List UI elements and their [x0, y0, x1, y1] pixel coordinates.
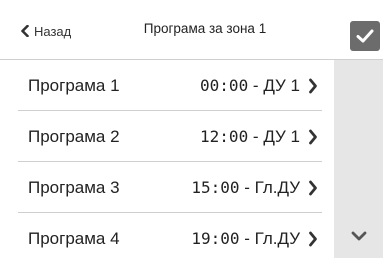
- program-value: 12:00 - ДУ 1: [200, 127, 300, 146]
- program-name: Програма 2: [28, 127, 120, 146]
- program-row-1[interactable]: Програма 1 00:00 - ДУ 1: [18, 60, 322, 111]
- program-name: Програма 1: [28, 76, 120, 95]
- chevron-down-icon: [351, 231, 366, 241]
- program-mode: Гл.ДУ: [254, 178, 300, 197]
- page-title: Програма за зона 1: [143, 21, 267, 36]
- program-time: 00:00: [200, 76, 249, 95]
- check-icon: [356, 29, 374, 43]
- program-row-3[interactable]: Програма 3 15:00 - Гл.ДУ: [18, 162, 322, 213]
- chevron-right-icon: [309, 78, 317, 94]
- program-row-4[interactable]: Програма 4 19:00 - Гл.ДУ: [18, 213, 322, 264]
- program-mode: ДУ 1: [263, 76, 300, 95]
- back-label: Назад: [34, 23, 72, 39]
- program-name: Програма 4: [28, 229, 120, 248]
- chevron-right-icon: [309, 129, 317, 145]
- program-value: 19:00 - Гл.ДУ: [191, 229, 300, 248]
- program-name: Програма 3: [28, 178, 120, 197]
- scroll-down-button[interactable]: [334, 214, 383, 258]
- program-value: 15:00 - Гл.ДУ: [191, 178, 300, 197]
- program-time: 19:00: [191, 229, 240, 248]
- header: Назад Програма за зона 1: [0, 0, 383, 60]
- program-list: Програма 1 00:00 - ДУ 1 Програма 2 12:00…: [0, 60, 334, 264]
- program-mode: Гл.ДУ: [254, 229, 300, 248]
- program-time: 15:00: [191, 178, 240, 197]
- back-button[interactable]: Назад: [20, 21, 71, 41]
- program-time: 12:00: [200, 127, 249, 146]
- chevron-right-icon: [309, 180, 317, 196]
- confirm-button[interactable]: [350, 21, 380, 51]
- chevron-right-icon: [309, 231, 317, 247]
- program-mode: ДУ 1: [263, 127, 300, 146]
- chevron-left-icon: [21, 25, 29, 37]
- program-row-2[interactable]: Програма 2 12:00 - ДУ 1: [18, 111, 322, 162]
- program-value: 00:00 - ДУ 1: [200, 76, 300, 95]
